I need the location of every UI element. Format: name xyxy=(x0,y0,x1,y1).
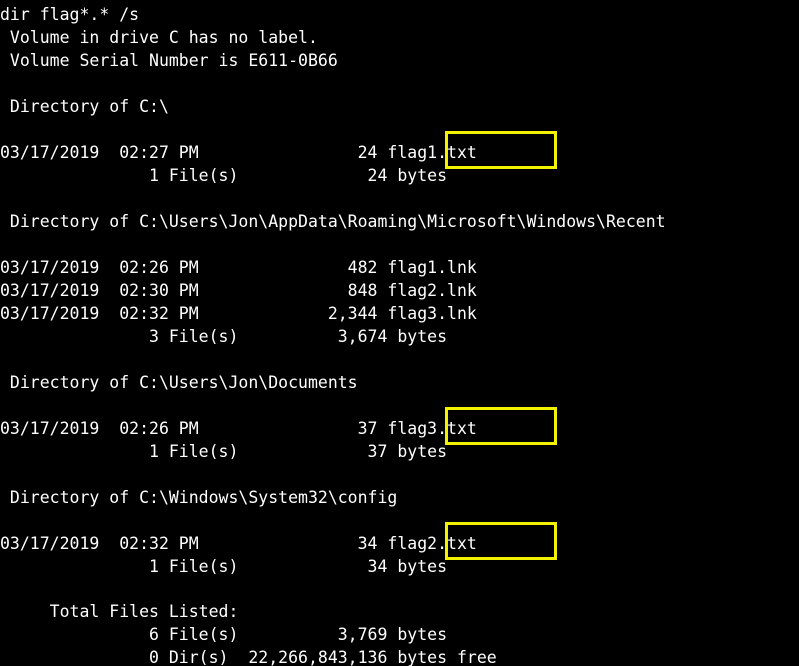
terminal-window[interactable]: dir flag*.* /s Volume in drive C has no … xyxy=(0,0,799,666)
file-entry: 03/17/2019 02:27 PM 24 flag1.txt xyxy=(0,143,477,162)
directory-header: Directory of C:\ xyxy=(0,97,169,116)
total-files-summary: 6 File(s) 3,769 bytes xyxy=(0,625,448,644)
directory-header: Directory of C:\Users\Jon\Documents xyxy=(0,373,358,392)
file-count-summary: 1 File(s) 24 bytes xyxy=(0,166,448,185)
file-count-summary: 1 File(s) 37 bytes xyxy=(0,442,448,461)
file-entry: 03/17/2019 02:32 PM 34 flag2.txt xyxy=(0,534,477,553)
file-entry: 03/17/2019 02:26 PM 37 flag3.txt xyxy=(0,419,477,438)
directory-header: Directory of C:\Users\Jon\AppData\Roamin… xyxy=(0,212,666,231)
file-entry: 03/17/2019 02:26 PM 482 flag1.lnk xyxy=(0,258,477,277)
volume-label-line: Volume in drive C has no label. xyxy=(0,28,318,47)
free-space-summary: 0 Dir(s) 22,266,843,136 bytes free xyxy=(0,648,497,666)
total-files-header: Total Files Listed: xyxy=(0,602,239,621)
command-line: dir flag*.* /s xyxy=(0,5,140,24)
file-entry: 03/17/2019 02:32 PM 2,344 flag3.lnk xyxy=(0,304,477,323)
file-count-summary: 1 File(s) 34 bytes xyxy=(0,557,448,576)
file-entry: 03/17/2019 02:30 PM 848 flag2.lnk xyxy=(0,281,477,300)
directory-header: Directory of C:\Windows\System32\config xyxy=(0,488,398,507)
volume-serial-line: Volume Serial Number is E611-0B66 xyxy=(0,51,338,70)
file-count-summary: 3 File(s) 3,674 bytes xyxy=(0,327,448,346)
